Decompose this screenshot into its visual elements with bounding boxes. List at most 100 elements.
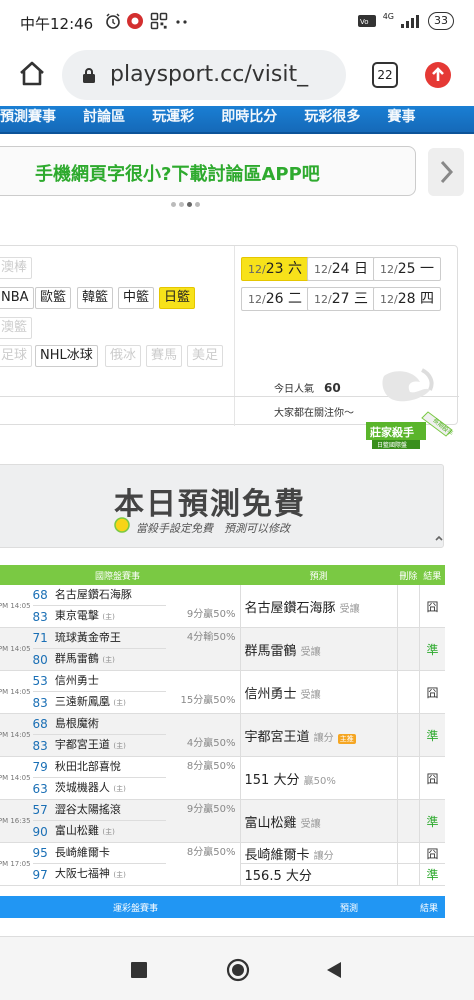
nav-item[interactable]: 玩彩很多 xyxy=(304,106,360,126)
team-home[interactable]: 信州勇士 xyxy=(54,670,167,692)
prediction: 宇都宮王道 讓分 主推 xyxy=(239,713,398,757)
header-predict-2: 預測 xyxy=(340,904,359,914)
expand-icon[interactable] xyxy=(434,533,444,543)
sport-chip[interactable]: 中籃 xyxy=(118,287,155,309)
game-row: PM 14:05 68 名古屋鑽石海豚 9分贏50% 名古屋鑽石海豚 受讓囧 xyxy=(0,585,445,628)
sport-chip-nba[interactable]: NBA xyxy=(0,287,34,309)
prediction: 156.5 大分 xyxy=(239,863,398,886)
score-away: 63 xyxy=(32,777,55,800)
game-time: PM 14:05 xyxy=(0,713,33,757)
date-chip[interactable]: 12/24 日 xyxy=(307,257,375,281)
game-odds: 15分贏50% xyxy=(166,670,240,714)
score-home: 53 xyxy=(32,670,55,692)
tab-switcher-button[interactable]: 22 xyxy=(372,62,398,88)
sport-chip[interactable]: 美足 xyxy=(187,345,224,367)
svg-text:莊家殺手: 莊家殺手 xyxy=(369,425,414,439)
delete-cell xyxy=(396,585,420,628)
featured-tag: 主推 xyxy=(337,733,356,744)
team-home[interactable]: 澀谷太陽搖滾 xyxy=(54,799,167,821)
site-nav: 預測賽事 討論區 玩運彩 即時比分 玩彩很多 賽事 xyxy=(0,106,474,134)
svg-text:Vo: Vo xyxy=(360,18,369,26)
date-chip[interactable]: 12/28 四 xyxy=(373,287,441,311)
update-arrow-icon[interactable] xyxy=(424,61,452,89)
team-away[interactable]: 茨城機器人 (主) xyxy=(54,777,167,800)
battery-icon: 33 xyxy=(428,12,454,30)
team-home[interactable]: 長崎維爾卡 xyxy=(54,842,167,864)
score-away: 90 xyxy=(32,820,55,843)
nav-item[interactable]: 討論區 xyxy=(83,106,125,126)
game-time: PM 16:35 xyxy=(0,799,33,843)
result-badge: 囧 xyxy=(419,756,445,800)
result-badge: 囧 xyxy=(419,842,445,864)
team-away[interactable]: 宇都宮王道 (主) xyxy=(54,734,167,757)
sport-chip[interactable]: 歐籃 xyxy=(35,287,72,309)
team-home[interactable]: 琉球黃金帝王 xyxy=(54,627,167,649)
team-away[interactable]: 東京電擊 (主) xyxy=(54,605,167,628)
url-text[interactable]: playsport.cc/visit_ xyxy=(110,62,342,87)
carousel-dots xyxy=(171,202,200,207)
team-away[interactable]: 大阪七福神 (主) xyxy=(54,863,167,886)
table-header: 國際盤賽事 預測 刪除 結果 xyxy=(0,565,445,585)
header-event: 國際盤賽事 xyxy=(0,565,240,585)
popularity-label: 今日人氣 60 xyxy=(274,381,341,395)
nav-item[interactable]: 賽事 xyxy=(387,106,415,126)
popularity-caption: 大家都在關注你～ xyxy=(274,408,354,419)
home-nav-icon[interactable] xyxy=(226,958,250,982)
score-away: 97 xyxy=(32,863,55,886)
header-predict: 預測 xyxy=(240,565,398,585)
sport-chip[interactable]: 澳棒 xyxy=(0,257,33,279)
score-away: 83 xyxy=(32,605,55,628)
result-badge: 囧 xyxy=(419,670,445,714)
app-download-banner[interactable]: 手機網頁字很小?下載討論區APP吧 xyxy=(0,146,416,196)
nav-item[interactable]: 即時比分 xyxy=(221,106,277,126)
team-away[interactable]: 富山松雞 (主) xyxy=(54,820,167,843)
team-home[interactable]: 島根魔術 xyxy=(54,713,167,735)
smile-icon xyxy=(114,517,130,533)
date-chip[interactable]: 12/27 三 xyxy=(307,287,375,311)
prediction: 151 大分 贏50% xyxy=(239,756,398,800)
browser-toolbar: playsport.cc/visit_ 22 xyxy=(0,44,474,106)
banner-text: 手機網頁字很小?下載討論區APP吧 xyxy=(35,164,320,185)
delete-cell xyxy=(396,756,420,800)
game-odds: 4分贏50% xyxy=(166,713,240,757)
date-chip[interactable]: 12/26 二 xyxy=(241,287,309,311)
prediction: 長崎維爾卡 讓分 xyxy=(239,842,398,864)
date-chip-selected[interactable]: 12/23 六 xyxy=(241,257,309,281)
status-time: 中午12:46 xyxy=(20,15,94,33)
team-away[interactable]: 群馬雷鶴 (主) xyxy=(54,648,167,671)
network-type: 4G xyxy=(382,11,394,21)
apps-grid-icon xyxy=(150,12,168,30)
header-event-2: 運彩盤賽事 xyxy=(113,904,159,914)
address-bar[interactable]: playsport.cc/visit_ xyxy=(62,50,346,100)
sport-chip[interactable]: 俄冰 xyxy=(105,345,142,367)
recents-icon[interactable] xyxy=(130,961,148,979)
sport-chip[interactable]: 韓籃 xyxy=(77,287,114,309)
chevron-right-icon[interactable] xyxy=(428,148,464,196)
sport-chip-selected[interactable]: 日籃 xyxy=(159,287,196,309)
result-badge: 囧 xyxy=(419,585,445,628)
sport-chip[interactable]: 賽馬 xyxy=(146,345,183,367)
sport-chip[interactable]: NHL冰球 xyxy=(35,345,98,367)
sport-chip[interactable]: 澳籃 xyxy=(0,317,33,339)
nav-item[interactable]: 預測賽事 xyxy=(0,106,56,126)
date-chip[interactable]: 12/25 一 xyxy=(373,257,441,281)
status-bar: 中午12:46 Vo 4G 33 xyxy=(0,0,474,44)
game-odds: 9分贏50% xyxy=(166,799,240,843)
more-notifications-icon xyxy=(176,20,187,24)
result-badge: 準 xyxy=(419,713,445,757)
delete-cell xyxy=(396,670,420,714)
game-row: PM 14:05 71 琉球黃金帝王 4分輸50% 群馬雷鶴 受讓準 xyxy=(0,627,445,671)
home-icon[interactable] xyxy=(16,58,48,90)
prediction: 名古屋鑽石海豚 受讓 xyxy=(239,585,398,628)
score-away: 80 xyxy=(32,648,55,671)
sport-chip[interactable]: 足球 xyxy=(0,345,33,367)
score-home: 79 xyxy=(32,756,55,778)
free-prediction-banner: 本日預測免費 當殺手設定免費 預測可以修改 xyxy=(0,464,444,548)
team-home[interactable]: 秋田北部喜悅 xyxy=(54,756,167,778)
delete-cell xyxy=(396,713,420,757)
back-icon[interactable] xyxy=(324,960,344,980)
lock-icon xyxy=(83,68,95,83)
team-away[interactable]: 三遠新鳳凰 (主) xyxy=(54,691,167,714)
team-home[interactable]: 名古屋鑽石海豚 xyxy=(54,585,167,606)
nav-item[interactable]: 玩運彩 xyxy=(152,106,194,126)
